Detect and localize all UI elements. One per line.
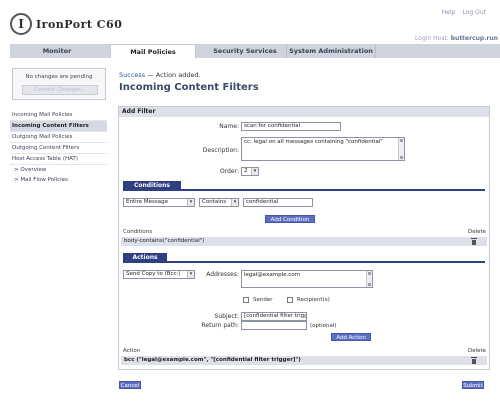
add-condition-button[interactable]: Add Condition (265, 215, 315, 223)
sidebar-item-hat[interactable]: Host Access Table (HAT) (10, 154, 107, 165)
condition-scope-value: Entire Message (126, 199, 169, 205)
sender-checkbox[interactable] (243, 297, 249, 303)
actions-divider (123, 261, 485, 263)
success-text: — Action added. (145, 71, 201, 79)
submit-button[interactable]: Submit (462, 381, 484, 389)
top-links: Help Log Out (442, 9, 486, 16)
addresses-scrollbar[interactable] (366, 271, 372, 287)
main-tab-bar: Monitor Mail Policies Security Services … (10, 44, 500, 58)
sidebar-item-mail-flow-policies[interactable]: > Mail Flow Policies (10, 175, 107, 185)
logo-mark: I (10, 13, 32, 35)
actions-delete-header: Delete (468, 348, 487, 354)
condition-value-input[interactable]: confidential (243, 198, 313, 207)
pending-status: No changes are pending (25, 74, 93, 80)
action-row-text: bcc ("legal@example.com", "[confidential… (124, 357, 301, 363)
description-textarea[interactable]: cc: legal on all messages containing "co… (241, 137, 405, 161)
addresses-textarea[interactable]: legal@example.com (241, 270, 373, 288)
order-label: Order: (220, 168, 239, 175)
condition-operator-value: Contains (202, 199, 227, 205)
chevron-down-icon: ▾ (231, 199, 238, 206)
add-filter-panel: Add Filter Name: scan for confidential D… (118, 106, 490, 370)
condition-row-text: body-contains("confidential") (124, 238, 205, 244)
commit-changes-button[interactable]: Commit Changes... (22, 85, 98, 95)
tab-mail-policies[interactable]: Mail Policies (110, 44, 196, 58)
sidebar-item-outgoing-content-filters[interactable]: Outgoing Content Filters (10, 143, 107, 154)
sender-label: Sender (253, 297, 273, 303)
header: I IronPort C60 Help Log Out Login Host: … (0, 0, 500, 44)
action-type-select[interactable]: Send Copy to (Bcc:) ▾ (123, 270, 195, 279)
order-select[interactable]: 2 ▾ (241, 167, 259, 176)
conditions-delete-header: Delete (468, 229, 487, 235)
condition-operator-select[interactable]: Contains ▾ (199, 198, 239, 207)
success-word: Success (119, 71, 146, 79)
trash-icon[interactable] (471, 238, 477, 245)
name-label: Name: (219, 123, 239, 130)
chevron-down-icon: ▾ (251, 168, 258, 175)
addresses-label: Addresses: (206, 271, 239, 278)
addresses-value: legal@example.com (244, 272, 300, 278)
conditions-divider (123, 189, 485, 191)
login-host-value: buttercup.run (450, 35, 498, 42)
order-value: 2 (244, 168, 248, 174)
return-path-label: Return path: (201, 322, 239, 329)
tab-system-administration[interactable]: System Administration (286, 44, 376, 58)
ironport-logo: I IronPort C60 (10, 9, 122, 39)
sidebar-item-incoming-mail-policies[interactable]: Incoming Mail Policies (10, 110, 107, 121)
sidebar-item-outgoing-mail-policies[interactable]: Outgoing Mail Policies (10, 132, 107, 143)
description-scrollbar[interactable] (398, 138, 404, 160)
action-row: bcc ("legal@example.com", "[confidential… (121, 356, 487, 365)
description-value: cc: legal on all messages containing "co… (244, 139, 383, 145)
success-message: Success — Action added. (119, 71, 201, 79)
subject-label: Subject: (214, 313, 239, 320)
logout-link[interactable]: Log Out (462, 9, 486, 16)
optional-label: (optional) (310, 323, 337, 329)
add-action-button[interactable]: Add Action (331, 333, 371, 341)
subject-input[interactable]: [confidential filter trigg (241, 312, 307, 321)
sidebar-nav: Incoming Mail Policies Incoming Content … (10, 110, 107, 185)
name-input[interactable]: scan for confidential (241, 122, 341, 131)
sidebar-item-overview[interactable]: > Overview (10, 165, 107, 175)
page-title: Incoming Content Filters (119, 82, 259, 93)
tab-security-services[interactable]: Security Services (202, 44, 288, 58)
sidebar-item-incoming-content-filters[interactable]: Incoming Content Filters (10, 121, 107, 132)
logo-text: IronPort C60 (36, 17, 123, 31)
trash-icon[interactable] (471, 357, 477, 364)
action-type-value: Send Copy to (Bcc:) (126, 271, 181, 277)
chevron-down-icon: ▾ (187, 271, 194, 278)
recipients-checkbox[interactable] (287, 297, 293, 303)
help-link[interactable]: Help (442, 9, 456, 16)
conditions-column-header: Conditions (123, 229, 153, 235)
tab-monitor[interactable]: Monitor (10, 44, 104, 58)
chevron-down-icon: ▾ (187, 199, 194, 206)
action-column-header: Action (123, 348, 141, 354)
panel-title: Add Filter (119, 107, 489, 117)
login-host-label: Login Host: (415, 35, 449, 42)
login-host: Login Host: buttercup.run (415, 35, 498, 42)
condition-scope-select[interactable]: Entire Message ▾ (123, 198, 195, 207)
condition-row: body-contains("confidential") (121, 237, 487, 246)
return-path-input[interactable] (241, 321, 307, 330)
recipients-label: Recipient(s) (297, 297, 330, 303)
pending-changes-box: No changes are pending Commit Changes... (12, 68, 106, 100)
description-label: Description: (202, 147, 239, 154)
cancel-button[interactable]: Cancel (119, 381, 141, 389)
